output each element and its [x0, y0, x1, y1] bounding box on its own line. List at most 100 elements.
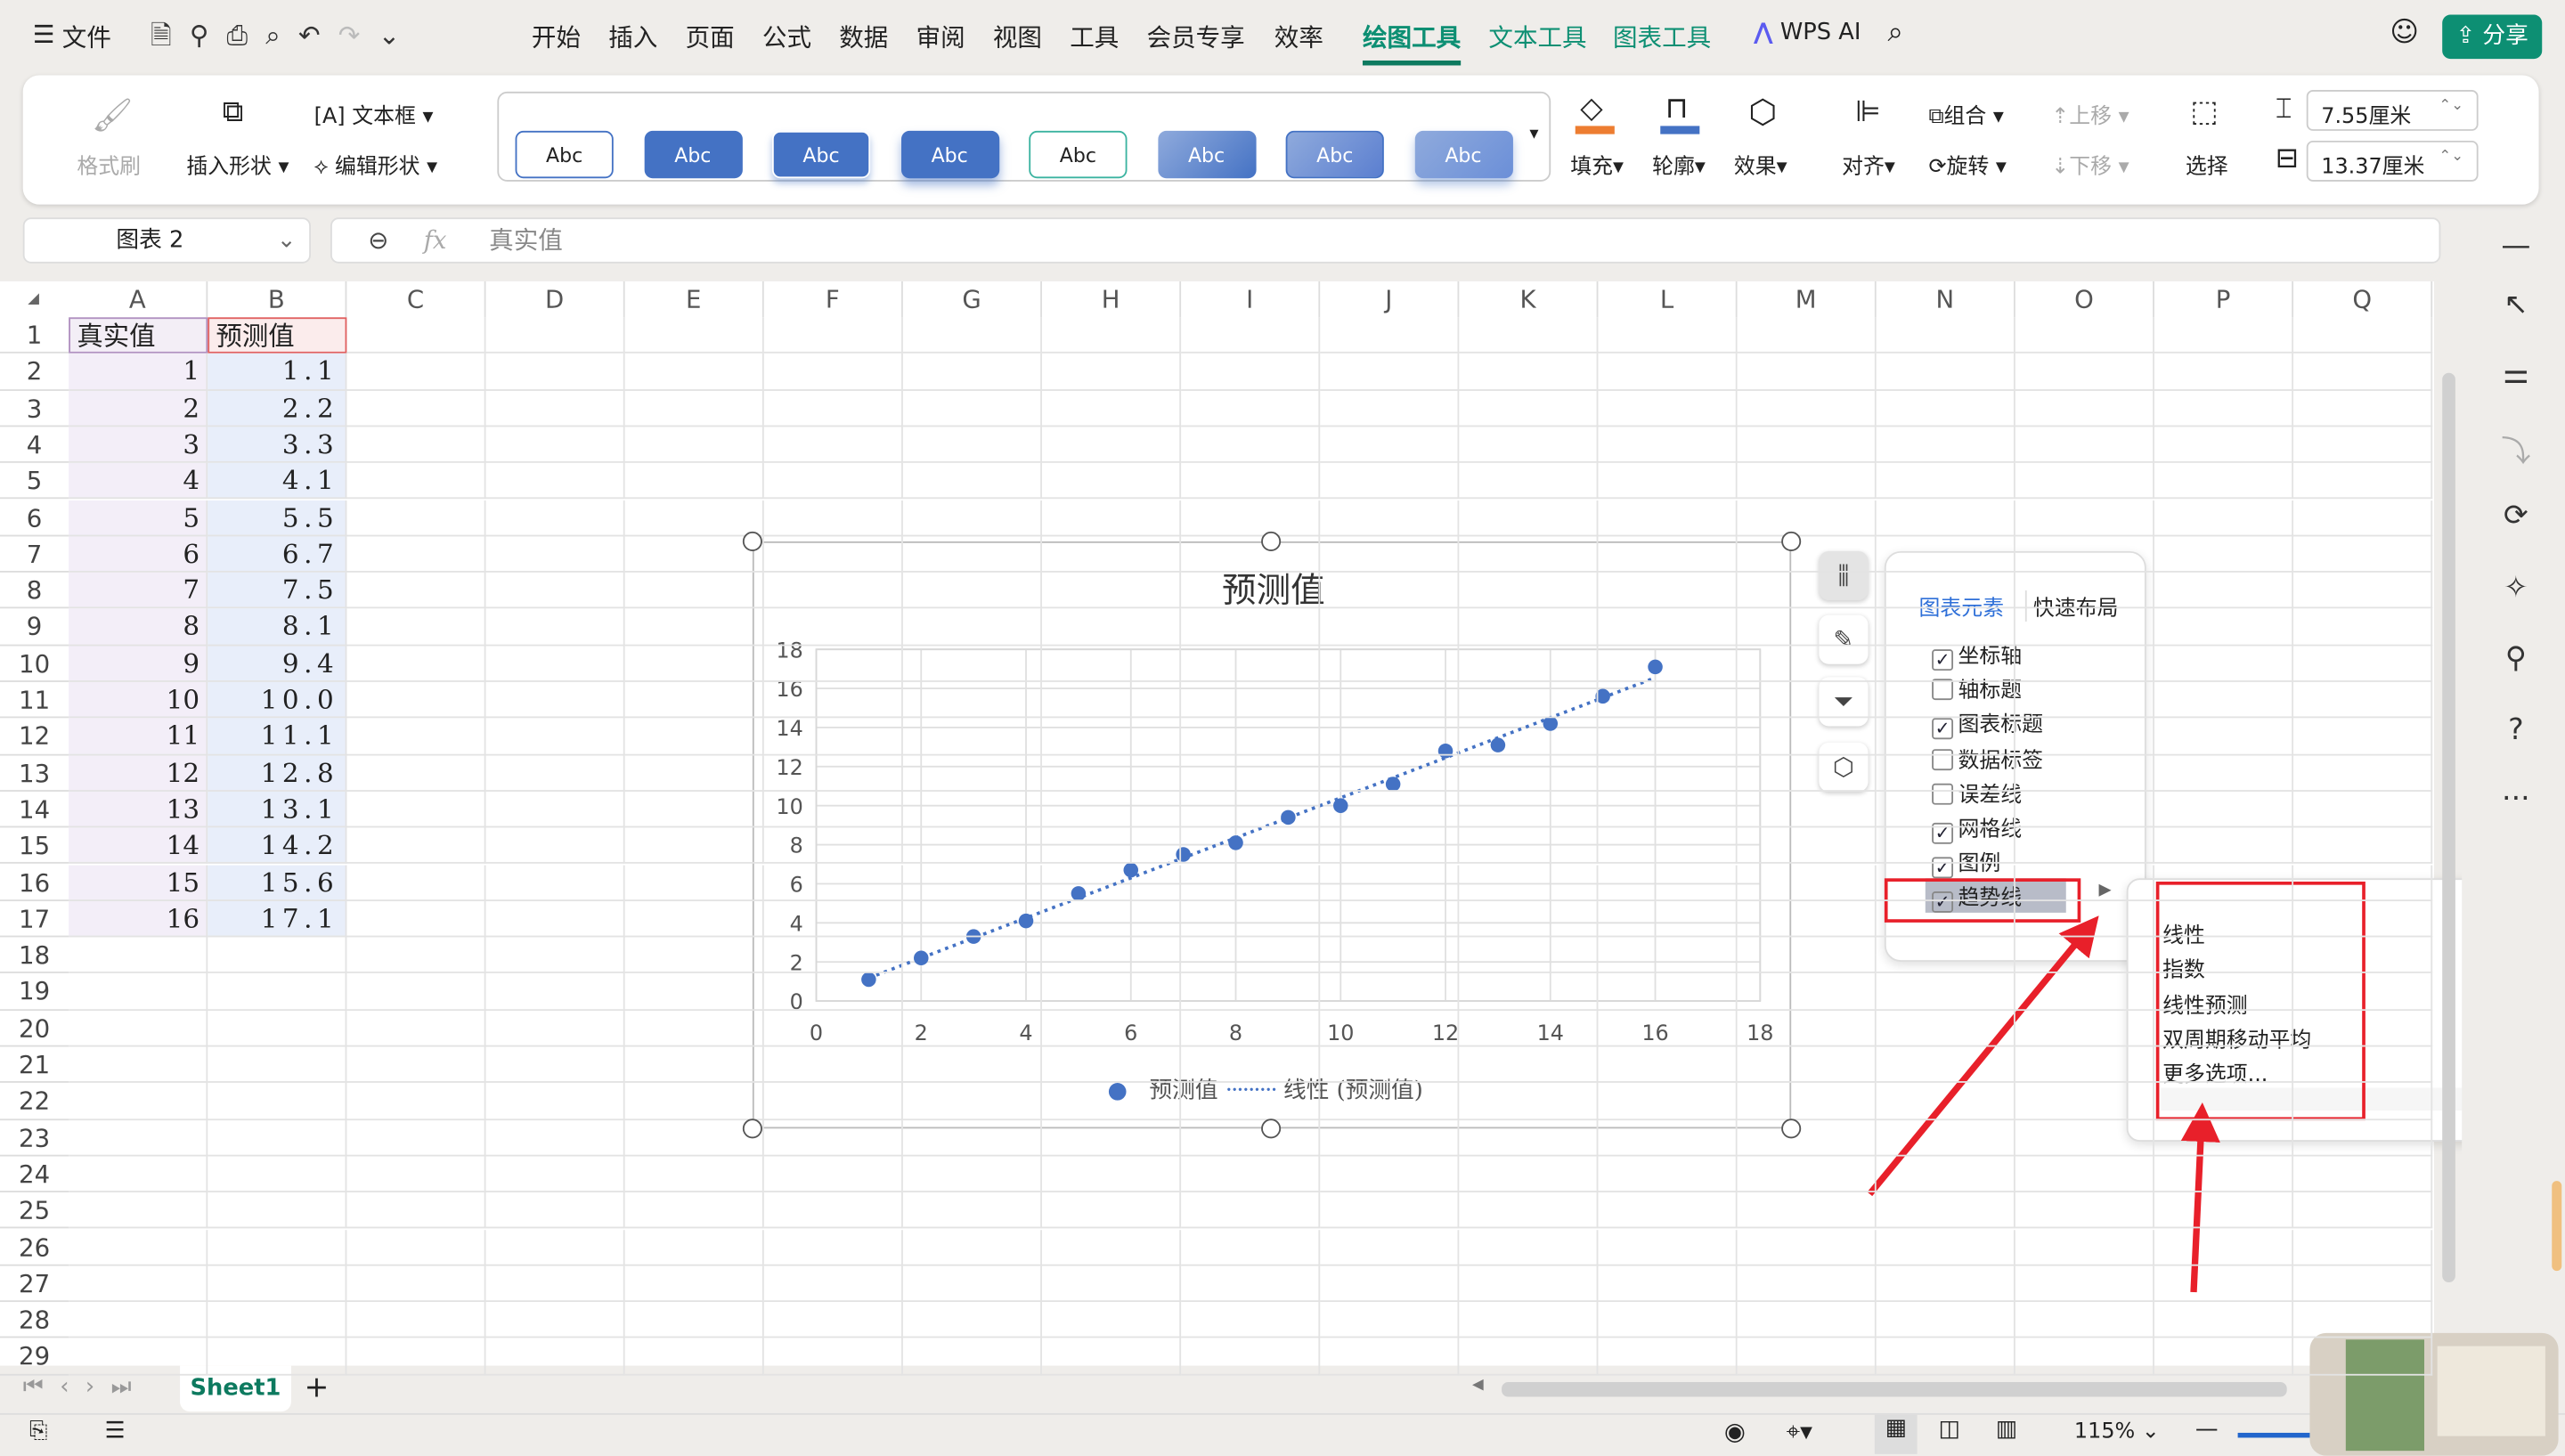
cell[interactable]: [763, 900, 903, 938]
cell[interactable]: 8: [69, 608, 208, 646]
tab-9[interactable]: 效率: [1274, 20, 1323, 54]
cell[interactable]: [1737, 427, 1877, 464]
column-header-G[interactable]: G: [903, 281, 1042, 318]
cell[interactable]: 真实值: [69, 317, 208, 354]
cell[interactable]: [624, 1046, 764, 1084]
cell[interactable]: [346, 427, 486, 464]
cell[interactable]: [624, 937, 764, 974]
cell[interactable]: [1876, 900, 2015, 938]
cell[interactable]: [2154, 1083, 2294, 1120]
cell[interactable]: [69, 1338, 208, 1376]
redo-icon[interactable]: ↷: [338, 20, 379, 51]
cell[interactable]: [763, 1192, 903, 1230]
cell[interactable]: [624, 573, 764, 609]
cell[interactable]: [1459, 1156, 1599, 1193]
tab-8[interactable]: 会员专享: [1147, 20, 1245, 54]
cell[interactable]: [1181, 937, 1321, 974]
cell[interactable]: [2154, 1119, 2294, 1157]
cell[interactable]: [1181, 463, 1321, 500]
cell[interactable]: 12.8: [208, 754, 347, 792]
cell[interactable]: [2293, 573, 2433, 609]
insert-shape-button[interactable]: 插入形状 ▾: [186, 149, 289, 180]
cell[interactable]: 16: [69, 900, 208, 938]
cell[interactable]: [485, 900, 625, 938]
cell[interactable]: [2015, 718, 2154, 755]
cell[interactable]: [1737, 354, 1877, 391]
cell[interactable]: [1320, 681, 1460, 719]
cell[interactable]: [763, 1010, 903, 1047]
cell[interactable]: [485, 1119, 625, 1157]
cell[interactable]: [485, 317, 625, 354]
cell[interactable]: 6: [69, 536, 208, 573]
cell[interactable]: [1876, 827, 2015, 865]
cell[interactable]: [1181, 791, 1321, 828]
cell[interactable]: [1598, 864, 1738, 901]
cell[interactable]: [346, 1302, 486, 1339]
cell[interactable]: [346, 317, 486, 354]
cell[interactable]: [1598, 536, 1738, 573]
cell[interactable]: 8.1: [208, 608, 347, 646]
shape-style-3[interactable]: Abc: [900, 130, 999, 179]
cell[interactable]: [1320, 1265, 1460, 1303]
cell[interactable]: [1320, 354, 1460, 391]
column-header-L[interactable]: L: [1598, 281, 1738, 318]
cell[interactable]: [1876, 1046, 2015, 1084]
row-header[interactable]: 18: [0, 938, 69, 974]
cell[interactable]: [1598, 1229, 1738, 1266]
cell[interactable]: [1459, 500, 1599, 537]
cell[interactable]: [2015, 1229, 2154, 1266]
cell[interactable]: [208, 1119, 347, 1157]
column-header-P[interactable]: P: [2154, 281, 2294, 318]
shape-style-5[interactable]: Abc: [1157, 130, 1256, 179]
cell[interactable]: [763, 864, 903, 901]
zoom-slider[interactable]: [2237, 1432, 2312, 1438]
fx-icon[interactable]: fx: [424, 219, 447, 262]
cell[interactable]: 5: [69, 500, 208, 537]
cell[interactable]: [1459, 937, 1599, 974]
cell[interactable]: [346, 864, 486, 901]
cell[interactable]: [763, 1302, 903, 1339]
tab-3[interactable]: 公式: [762, 20, 811, 54]
cell[interactable]: [1598, 463, 1738, 500]
cell[interactable]: [763, 427, 903, 464]
column-header-A[interactable]: A: [69, 281, 208, 318]
cell[interactable]: [763, 354, 903, 391]
cell[interactable]: 13: [69, 791, 208, 828]
cell[interactable]: [1598, 1156, 1738, 1193]
help-icon[interactable]: ?: [2498, 713, 2534, 748]
cell[interactable]: [2154, 1338, 2294, 1376]
cell[interactable]: [1041, 681, 1182, 719]
cell[interactable]: [1737, 827, 1877, 865]
cell[interactable]: 4.1: [208, 463, 347, 500]
cell[interactable]: 3: [69, 427, 208, 464]
cell[interactable]: [1737, 536, 1877, 573]
cell[interactable]: [1181, 608, 1321, 646]
cell[interactable]: [2154, 1192, 2294, 1230]
cell[interactable]: [1737, 718, 1877, 755]
cell[interactable]: [1041, 1119, 1182, 1157]
cell[interactable]: [1320, 973, 1460, 1011]
cell[interactable]: [1598, 573, 1738, 609]
cell[interactable]: [2154, 1046, 2294, 1084]
menu-icon[interactable]: ☰: [33, 20, 55, 49]
cell[interactable]: [1737, 1302, 1877, 1339]
cell[interactable]: [1181, 754, 1321, 792]
cell[interactable]: [346, 973, 486, 1011]
chevron-down-icon[interactable]: ⌄: [379, 20, 419, 51]
cell[interactable]: [902, 1156, 1042, 1193]
gallery-icon[interactable]: ⟳: [2498, 499, 2534, 533]
shape-style-1[interactable]: Abc: [643, 130, 742, 179]
cell[interactable]: [346, 536, 486, 573]
cell[interactable]: [1876, 1083, 2015, 1120]
cell[interactable]: [763, 500, 903, 537]
cell[interactable]: [1598, 500, 1738, 537]
cell[interactable]: [346, 1083, 486, 1120]
cell[interactable]: [1181, 1083, 1321, 1120]
cell[interactable]: [2154, 1229, 2294, 1266]
cell[interactable]: [485, 645, 625, 682]
row-header[interactable]: 13: [0, 755, 69, 792]
cell[interactable]: [902, 1046, 1042, 1084]
cell[interactable]: [902, 1338, 1042, 1376]
list-icon[interactable]: ☰: [105, 1418, 126, 1444]
cell[interactable]: [1320, 427, 1460, 464]
